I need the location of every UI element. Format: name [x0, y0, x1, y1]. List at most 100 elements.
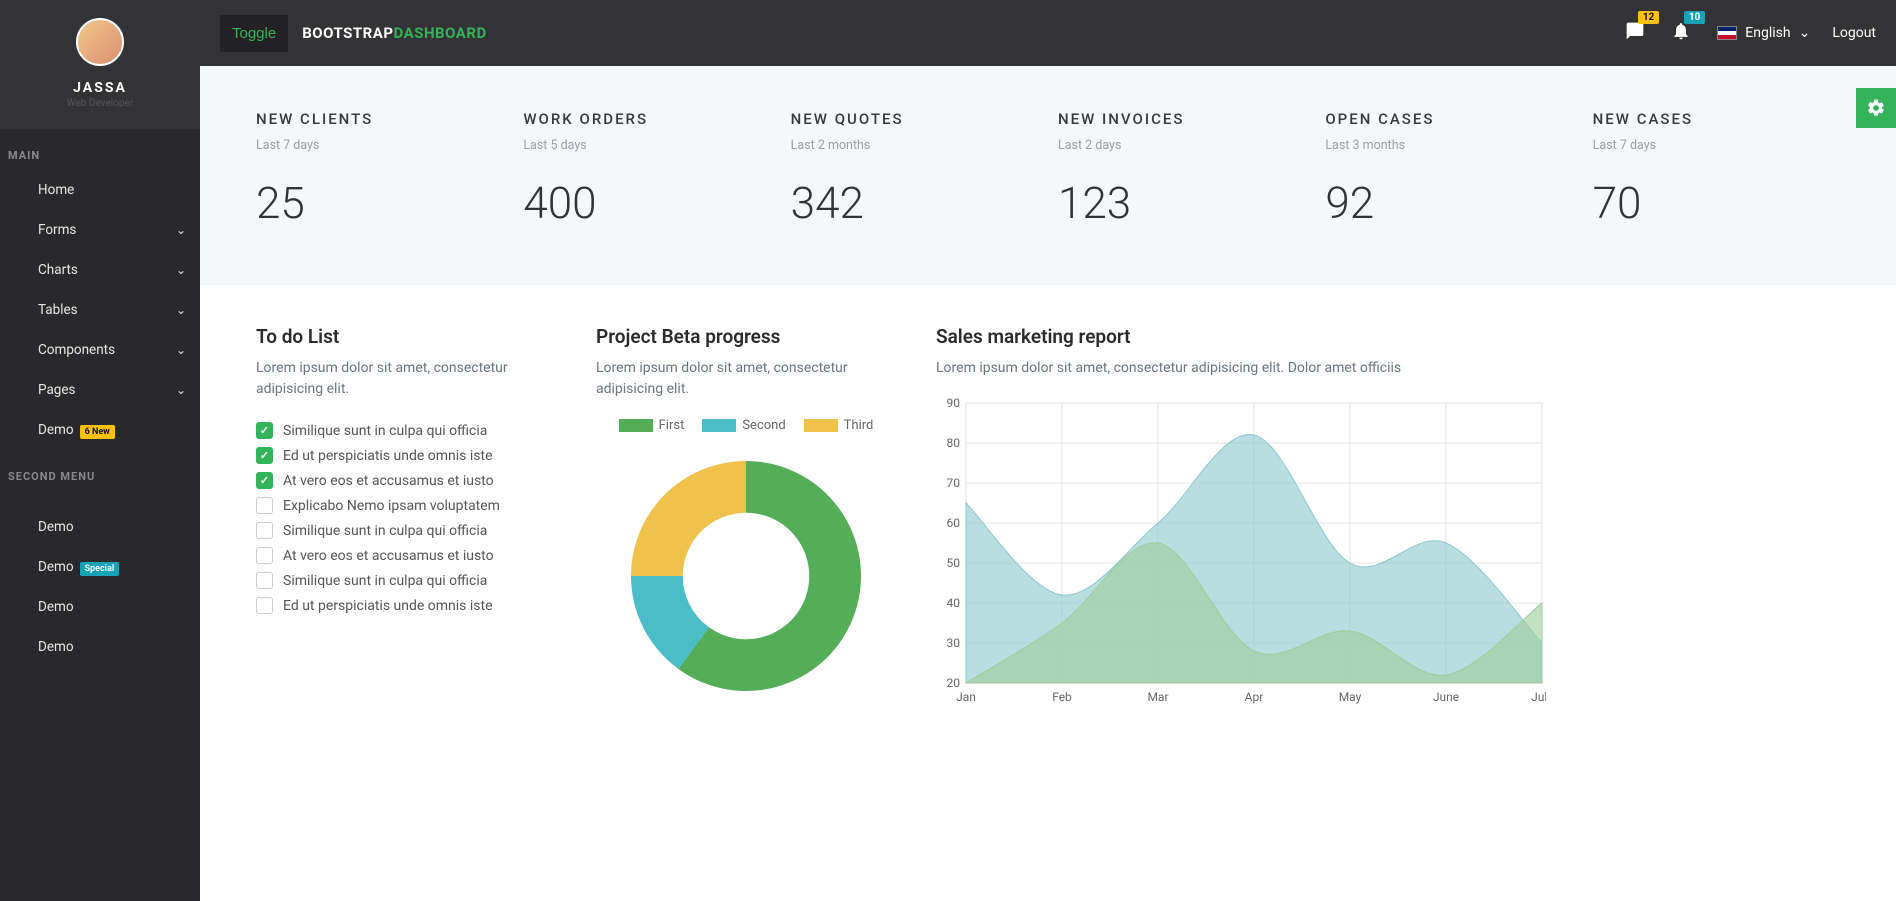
- svg-text:Feb: Feb: [1052, 690, 1072, 704]
- todo-text: Similique sunt in culpa qui officia: [283, 573, 487, 589]
- todo-text: Ed ut perspiciatis unde omnis iste: [283, 448, 493, 464]
- logout-link[interactable]: Logout: [1832, 25, 1876, 41]
- sidebar-item-tables[interactable]: Tables⌄: [0, 290, 200, 330]
- svg-text:50: 50: [947, 556, 961, 570]
- todo-text: Explicabo Nemo ipsam voluptatem: [283, 498, 500, 514]
- todo-text: Ed ut perspiciatis unde omnis iste: [283, 598, 493, 614]
- sidebar: JASSA Web Developer MAIN HomeForms⌄Chart…: [0, 0, 200, 901]
- svg-text:30: 30: [947, 636, 961, 650]
- svg-text:70: 70: [947, 476, 961, 490]
- stat-value: 25: [256, 177, 503, 229]
- stat-card: NEW QUOTES Last 2 months 342: [791, 110, 1038, 229]
- stat-title: NEW CASES: [1593, 110, 1840, 128]
- checkbox[interactable]: [256, 522, 273, 539]
- sidebar-item-forms[interactable]: Forms⌄: [0, 210, 200, 250]
- flag-icon: [1717, 26, 1737, 40]
- chevron-down-icon: ⌄: [176, 383, 186, 397]
- stat-title: NEW CLIENTS: [256, 110, 503, 128]
- legend-second: Second: [742, 418, 785, 433]
- stats-strip: NEW CLIENTSLast 7 days25WORK ORDERSLast …: [200, 66, 1896, 285]
- checkbox[interactable]: [256, 497, 273, 514]
- stat-sub: Last 2 months: [791, 138, 1038, 153]
- sidebar-item-components[interactable]: Components⌄: [0, 330, 200, 370]
- stat-sub: Last 2 days: [1058, 138, 1305, 153]
- stat-card: NEW CLIENTSLast 7 days25: [256, 110, 503, 229]
- svg-text:60: 60: [947, 516, 961, 530]
- gear-icon: [1866, 98, 1886, 118]
- todo-desc: Lorem ipsum dolor sit amet, consectetur …: [256, 358, 556, 400]
- sales-section: Sales marketing report Lorem ipsum dolor…: [936, 325, 1840, 711]
- svg-text:Mar: Mar: [1147, 690, 1168, 704]
- donut-legend: First Second Third: [596, 418, 896, 433]
- messages-icon[interactable]: 12: [1625, 21, 1645, 45]
- stat-card: NEW CASESLast 7 days70: [1593, 110, 1840, 229]
- svg-text:May: May: [1339, 690, 1362, 704]
- todo-item: Similique sunt in culpa qui officia: [256, 418, 556, 443]
- settings-tab[interactable]: [1856, 88, 1896, 128]
- sidebar-item-demo[interactable]: Demo: [0, 587, 200, 627]
- sales-desc: Lorem ipsum dolor sit amet, consectetur …: [936, 358, 1840, 379]
- sidebar-item-demo[interactable]: Demo: [0, 507, 200, 547]
- profile-name: JASSA: [0, 80, 200, 96]
- sidebar-item-demo[interactable]: DemoSpecial: [0, 547, 200, 587]
- language-label: English: [1745, 25, 1790, 41]
- sidebar-item-home[interactable]: Home: [0, 170, 200, 210]
- sidebar-item-demo[interactable]: Demo: [0, 627, 200, 667]
- sidebar-item-demo[interactable]: Demo6 New: [0, 410, 200, 450]
- brand[interactable]: BOOTSTRAPDASHBOARD: [302, 24, 487, 42]
- todo-section: To do List Lorem ipsum dolor sit amet, c…: [256, 325, 556, 711]
- sidebar-section-main: MAIN: [0, 129, 200, 170]
- profile-block: JASSA Web Developer: [0, 0, 200, 129]
- svg-text:Jan: Jan: [956, 690, 976, 704]
- toggle-button[interactable]: Toggle: [220, 15, 288, 52]
- todo-title: To do List: [256, 325, 556, 348]
- sidebar-item-charts[interactable]: Charts⌄: [0, 250, 200, 290]
- chevron-down-icon: ⌄: [1799, 25, 1811, 41]
- svg-text:40: 40: [947, 596, 961, 610]
- stat-sub: Last 5 days: [523, 138, 770, 153]
- stat-value: 342: [791, 177, 1038, 229]
- notifications-icon[interactable]: 10: [1671, 21, 1691, 45]
- svg-text:June: June: [1433, 690, 1459, 704]
- todo-item: Similique sunt in culpa qui officia: [256, 568, 556, 593]
- checkbox[interactable]: [256, 597, 273, 614]
- messages-count: 12: [1638, 11, 1659, 24]
- chevron-down-icon: ⌄: [176, 223, 186, 237]
- stat-title: NEW QUOTES: [791, 110, 1038, 128]
- legend-third: Third: [844, 418, 874, 433]
- todo-item: Explicabo Nemo ipsam voluptatem: [256, 493, 556, 518]
- brand-part2: DASHBOARD: [394, 24, 487, 42]
- checkbox[interactable]: [256, 547, 273, 564]
- stat-value: 400: [523, 177, 770, 229]
- topbar: Toggle BOOTSTRAPDASHBOARD 12 10 English …: [200, 0, 1896, 66]
- sidebar-item-pages[interactable]: Pages⌄: [0, 370, 200, 410]
- chevron-down-icon: ⌄: [176, 343, 186, 357]
- checkbox[interactable]: [256, 447, 273, 464]
- checkbox[interactable]: [256, 472, 273, 489]
- stat-title: OPEN CASES: [1325, 110, 1572, 128]
- language-selector[interactable]: English ⌄: [1717, 25, 1810, 41]
- stat-value: 92: [1325, 177, 1572, 229]
- todo-text: At vero eos et accusamus et iusto: [283, 473, 494, 489]
- todo-item: At vero eos et accusamus et iusto: [256, 543, 556, 568]
- sales-title: Sales marketing report: [936, 325, 1840, 348]
- todo-item: Ed ut perspiciatis unde omnis iste: [256, 593, 556, 618]
- stat-value: 123: [1058, 177, 1305, 229]
- brand-part1: BOOTSTRAP: [302, 24, 393, 42]
- stat-sub: Last 3 months: [1325, 138, 1572, 153]
- todo-item: Similique sunt in culpa qui officia: [256, 518, 556, 543]
- chevron-down-icon: ⌄: [176, 303, 186, 317]
- donut-desc: Lorem ipsum dolor sit amet, consectetur …: [596, 358, 896, 400]
- stat-card: WORK ORDERS Last 5 days 400: [523, 110, 770, 229]
- svg-text:20: 20: [947, 676, 961, 690]
- stat-sub: Last 7 days: [1593, 138, 1840, 153]
- stat-title: WORK ORDERS: [523, 110, 770, 128]
- svg-text:80: 80: [947, 436, 961, 450]
- donut-title: Project Beta progress: [596, 325, 896, 348]
- donut-chart: [616, 441, 876, 701]
- todo-text: At vero eos et accusamus et iusto: [283, 548, 494, 564]
- checkbox[interactable]: [256, 572, 273, 589]
- stat-card: OPEN CASES Last 3 months 92: [1325, 110, 1572, 229]
- checkbox[interactable]: [256, 422, 273, 439]
- avatar[interactable]: [76, 18, 124, 66]
